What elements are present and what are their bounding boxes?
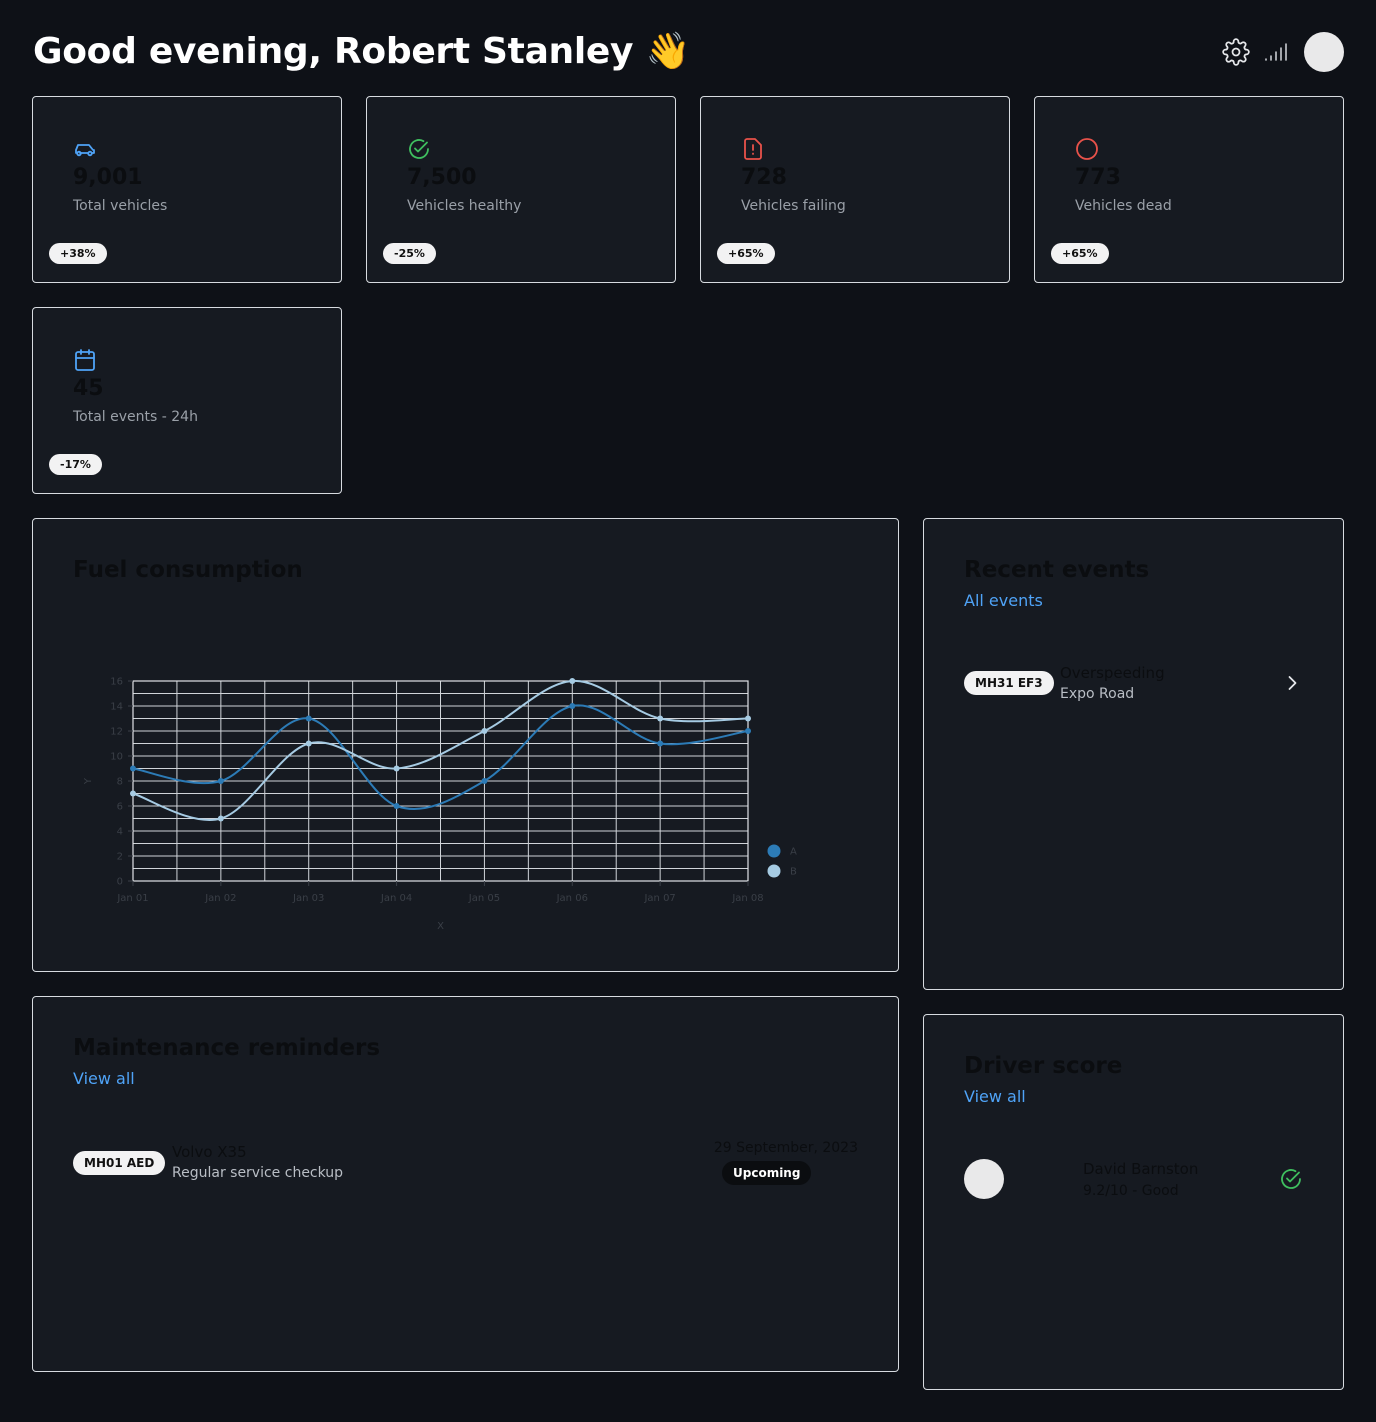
stat-value: 728 [741, 165, 787, 190]
maintenance-list-item[interactable]: MH01 AED Volvo X35 Regular service check… [33, 1137, 898, 1187]
status-badge: Upcoming [722, 1161, 812, 1185]
card-title: Recent events [964, 557, 1150, 583]
stat-value: 7,500 [407, 165, 477, 190]
plate-tag: MH31 EF3 [964, 671, 1054, 695]
wave-emoji: 👋 [645, 31, 690, 72]
stat-label: Vehicles dead [1075, 198, 1172, 214]
x-tick-label: Jan 05 [468, 893, 500, 904]
all-events-link[interactable]: All events [964, 591, 1043, 610]
event-location: Expo Road [1060, 686, 1135, 702]
legend-label-a: A [790, 847, 797, 858]
x-tick-label: Jan 07 [643, 893, 675, 904]
y-tick-label: 8 [117, 777, 123, 788]
legend-swatch-b [767, 864, 781, 878]
card-title: Maintenance reminders [73, 1035, 381, 1061]
data-point-b [481, 728, 488, 734]
card-title: Driver score [964, 1053, 1123, 1079]
driver-score-view-all-link[interactable]: View all [964, 1087, 1026, 1106]
stat-card-total-events: 45 Total events - 24h -17% [32, 307, 342, 494]
x-tick-label: Jan 02 [204, 893, 236, 904]
gear-icon[interactable] [1222, 38, 1250, 66]
data-point-b [657, 715, 664, 722]
circle-icon [1075, 137, 1099, 161]
data-point-b [130, 790, 136, 797]
driver-score-card: Driver score View all David Barnston 9.2… [923, 1014, 1344, 1390]
data-point-a [481, 778, 488, 784]
data-point-b [569, 678, 576, 684]
driver-score: 9.2/10 - Good [1083, 1183, 1179, 1199]
recent-events-card: Recent events All events MH31 EF3 Oversp… [923, 518, 1344, 990]
legend-swatch-a [767, 844, 781, 858]
stat-card-vehicles-healthy: 7,500 Vehicles healthy -25% [366, 96, 676, 283]
due-date: 29 September, 2023 [713, 1140, 858, 1156]
data-point-a [569, 703, 576, 709]
check-circle-icon [1279, 1167, 1303, 1191]
event-type: Overspeeding [1060, 664, 1165, 682]
maintenance-view-all-link[interactable]: View all [73, 1069, 135, 1088]
data-point-b [217, 815, 224, 822]
user-avatar[interactable] [1304, 32, 1344, 72]
y-tick-label: 14 [110, 702, 123, 713]
driver-avatar [964, 1159, 1004, 1199]
y-tick-label: 16 [110, 677, 123, 688]
stat-label: Vehicles failing [741, 198, 846, 214]
stat-label: Total events - 24h [73, 409, 198, 425]
stat-value: 773 [1075, 165, 1121, 190]
file-alert-icon [741, 137, 765, 161]
x-tick-label: Jan 06 [556, 893, 588, 904]
data-point-a [217, 778, 224, 784]
y-axis-label: Y [83, 777, 94, 785]
legend-label-b: B [790, 867, 797, 878]
maintenance-reminders-card: Maintenance reminders View all MH01 AED … [32, 996, 899, 1372]
x-tick-label: Jan 08 [731, 893, 763, 904]
stat-value: 9,001 [73, 165, 143, 190]
y-tick-label: 4 [117, 827, 123, 838]
greeting-text: Good evening, Robert Stanley [33, 31, 634, 72]
page-title: Good evening, Robert Stanley 👋 [33, 30, 690, 72]
y-tick-label: 0 [117, 877, 123, 888]
plate-tag: MH01 AED [73, 1151, 166, 1175]
stat-card-vehicles-failing: 728 Vehicles failing +65% [700, 96, 1010, 283]
stat-card-vehicles-dead: 773 Vehicles dead +65% [1034, 96, 1344, 283]
data-point-a [657, 740, 664, 747]
data-point-b [393, 765, 400, 772]
vehicle-model: Volvo X35 [172, 1143, 247, 1161]
car-icon [73, 137, 97, 161]
y-tick-label: 10 [110, 752, 123, 763]
fuel-chart: 0 2 4 6 8 10 12 14 16 Jan 01 Jan 02 Jan 03 Jan 04 Jan… [83, 677, 797, 933]
change-badge: -25% [383, 243, 436, 264]
change-badge: +65% [717, 243, 775, 264]
y-tick-label: 12 [110, 727, 123, 738]
driver-name: David Barnston [1083, 1160, 1199, 1178]
data-point-b [305, 740, 312, 747]
stat-label: Vehicles healthy [407, 198, 522, 214]
x-axis-label: X [437, 921, 444, 932]
stat-value: 45 [73, 376, 104, 401]
chevron-right-icon[interactable] [1282, 673, 1302, 693]
stat-card-total-vehicles: 9,001 Total vehicles +38% [32, 96, 342, 283]
data-point-a [305, 715, 312, 722]
data-point-a [130, 765, 136, 772]
y-tick-label: 2 [117, 852, 123, 863]
change-badge: -17% [49, 454, 102, 475]
fuel-consumption-card: Fuel consumption 0 2 4 6 8 10 12 14 16 Jan 01 Jan … [32, 518, 899, 972]
driver-list-item[interactable]: David Barnston 9.2/10 - Good [924, 1155, 1343, 1205]
check-circle-icon [407, 137, 431, 161]
data-point-a [745, 728, 751, 734]
x-tick-label: Jan 01 [116, 893, 148, 904]
calendar-icon [73, 348, 97, 372]
event-list-item[interactable]: MH31 EF3 Overspeeding Expo Road [924, 659, 1343, 709]
data-point-a [393, 803, 400, 809]
x-tick-label: Jan 04 [380, 893, 412, 904]
y-tick-label: 6 [117, 802, 123, 813]
data-point-b [745, 715, 751, 722]
x-tick-label: Jan 03 [292, 893, 324, 904]
change-badge: +65% [1051, 243, 1109, 264]
signal-icon[interactable] [1262, 38, 1290, 66]
stat-label: Total vehicles [73, 198, 168, 214]
maintenance-task: Regular service checkup [172, 1165, 344, 1181]
change-badge: +38% [49, 243, 107, 264]
